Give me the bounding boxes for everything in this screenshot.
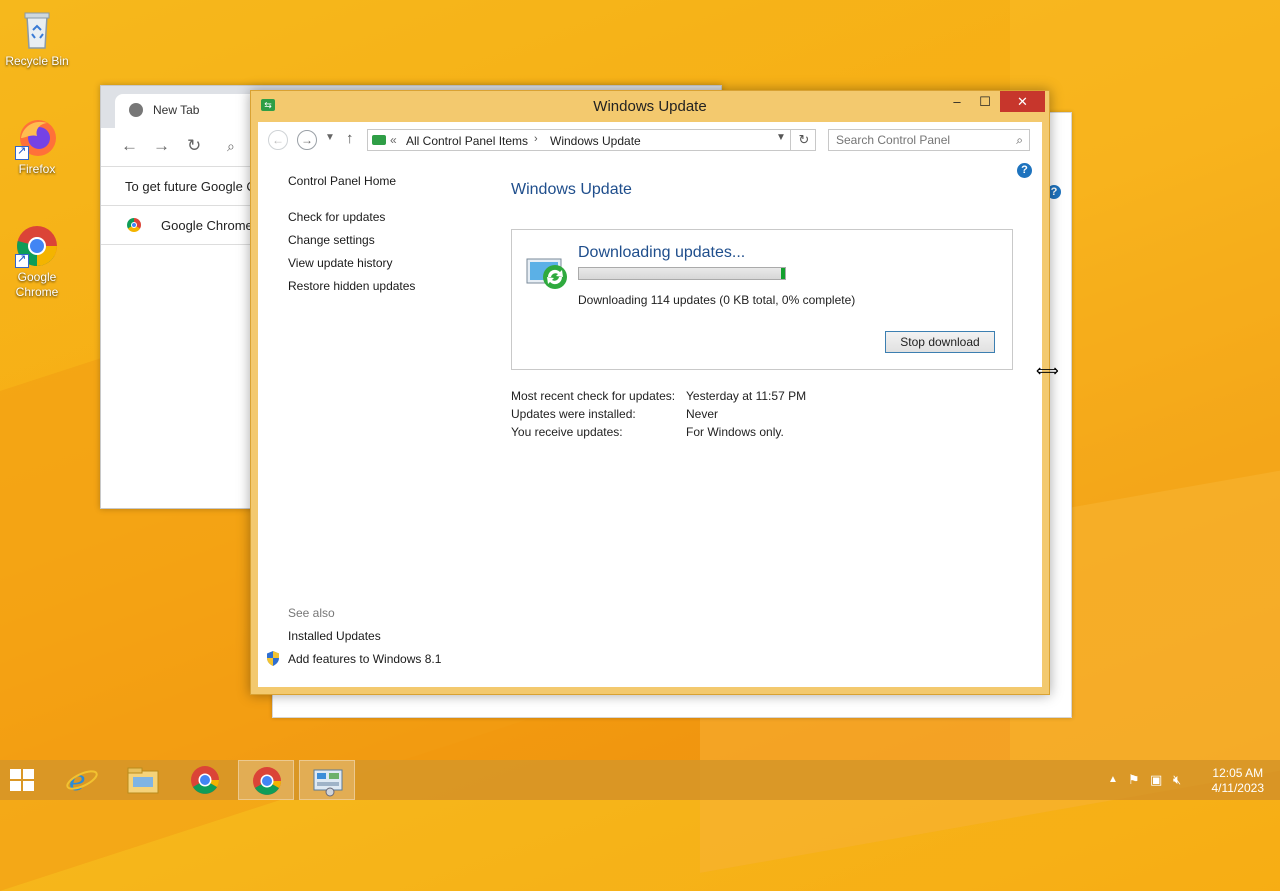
action-center-flag-icon[interactable]: ⚑ <box>1128 772 1140 788</box>
windows-update-icon <box>526 258 567 289</box>
info-label: You receive updates: <box>511 425 623 439</box>
sidebar-restore-hidden-updates[interactable]: Restore hidden updates <box>288 279 415 293</box>
firefox-icon <box>15 116 59 160</box>
download-heading: Downloading updates... <box>578 244 746 261</box>
minimize-button[interactable]: – <box>943 91 971 112</box>
see-also-installed-updates[interactable]: Installed Updates <box>288 629 381 643</box>
reload-icon[interactable]: ↻ <box>187 136 201 156</box>
taskbar-control-panel[interactable] <box>299 760 355 800</box>
window-title: Windows Update <box>593 98 707 115</box>
download-progress-bar <box>578 267 786 280</box>
stop-download-button[interactable]: Stop download <box>885 331 995 353</box>
desktop-icon-label: Google Chrome <box>15 270 59 299</box>
back-button[interactable]: ← <box>268 130 288 150</box>
back-arrow-icon[interactable]: ← <box>121 136 138 156</box>
forward-arrow-icon[interactable]: → <box>153 136 170 156</box>
chrome-default-bar-text: Google Chrome <box>161 218 253 233</box>
info-value: Never <box>686 407 719 421</box>
taskbar-chrome[interactable] <box>177 760 233 800</box>
chrome-infobar-text: To get future Google C <box>125 179 256 194</box>
search-input[interactable] <box>829 130 1006 150</box>
progress-indicator <box>781 268 785 279</box>
breadcrumb[interactable]: « All Control Panel Items › Windows Upda… <box>367 129 816 151</box>
forward-button[interactable]: → <box>297 130 317 150</box>
shortcut-arrow-icon <box>15 144 29 160</box>
taskbar-chrome-active[interactable] <box>238 760 294 800</box>
recycle-bin-icon <box>15 8 59 52</box>
recent-pages-dropdown-icon[interactable]: ▼ <box>325 132 335 143</box>
shortcut-arrow-icon <box>15 252 29 268</box>
taskbar-file-explorer[interactable] <box>115 760 171 800</box>
clock-time: 12:05 AM <box>1212 766 1264 780</box>
overflow-chevron-icon[interactable]: « <box>390 133 397 147</box>
search-icon[interactable]: ⌕ <box>227 138 235 155</box>
chrome-icon <box>15 224 59 268</box>
resize-cursor-icon: ⟺ <box>1036 363 1059 380</box>
control-panel-icon <box>372 135 386 145</box>
download-status-text: Downloading 114 updates (0 KB total, 0% … <box>578 293 856 307</box>
taskbar-internet-explorer[interactable]: e <box>54 760 110 800</box>
clock[interactable]: 12:05 AM 4/11/2023 <box>1212 766 1265 796</box>
internet-explorer-icon: e <box>66 764 98 797</box>
maximize-button[interactable]: ☐ <box>971 91 999 112</box>
info-label: Updates were installed: <box>511 407 636 421</box>
system-tray: ▲ ⚑ ▣ 🔇︎ 12:05 AM 4/11/2023 <box>1100 760 1280 800</box>
sidebar-view-update-history[interactable]: View update history <box>288 256 393 270</box>
desktop-icon-recycle-bin[interactable]: Recycle Bin <box>0 8 74 69</box>
desktop-icon-label: Firefox <box>18 162 56 176</box>
desktop-icon-chrome[interactable]: Google Chrome <box>0 224 74 300</box>
search-icon[interactable]: ⌕ <box>1016 133 1023 148</box>
breadcrumb-windows-update[interactable]: Windows Update <box>550 134 641 148</box>
content-pane: ? Control Panel Home Check for updates C… <box>258 158 1042 687</box>
windows-update-window[interactable]: ⇆ Windows Update – ☐ ✕ ← → ▼ ↑ « All Con… <box>250 90 1050 695</box>
clock-date: 4/11/2023 <box>1211 781 1265 795</box>
up-level-button[interactable]: ↑ <box>346 130 354 147</box>
chrome-icon <box>191 766 219 794</box>
control-panel-icon <box>313 769 343 797</box>
see-also-heading: See also <box>288 606 335 620</box>
taskbar: e ▲ ⚑ ▣ 🔇︎ 12:05 AM 4/11/2023 <box>0 760 1280 800</box>
chrome-logo-icon <box>127 218 141 232</box>
title-bar[interactable]: ⇆ Windows Update – ☐ ✕ <box>251 91 1049 121</box>
info-value: For Windows only. <box>686 425 784 439</box>
info-label: Most recent check for updates: <box>511 389 676 403</box>
address-bar: ← → ▼ ↑ « All Control Panel Items › Wind… <box>258 122 1042 158</box>
see-also-add-features[interactable]: Add features to Windows 8.1 <box>288 652 441 666</box>
refresh-button[interactable]: ↻ <box>790 129 817 151</box>
close-button[interactable]: ✕ <box>1000 91 1045 112</box>
desktop-icon-firefox[interactable]: Firefox <box>0 116 74 177</box>
desktop-icon-label: Recycle Bin <box>5 54 69 68</box>
chrome-favicon-icon <box>129 103 143 117</box>
folder-icon <box>127 767 159 794</box>
search-box[interactable]: ⌕ <box>828 129 1030 151</box>
start-button[interactable] <box>10 769 36 791</box>
network-icon[interactable]: ▣ <box>1150 772 1162 788</box>
chrome-icon <box>253 767 281 795</box>
info-value: Yesterday at 11:57 PM <box>686 389 807 403</box>
breadcrumb-all-control-panel-items[interactable]: All Control Panel Items <box>406 134 528 148</box>
address-dropdown-icon[interactable]: ▼ <box>776 132 786 143</box>
help-icon[interactable]: ? <box>1017 163 1032 178</box>
chrome-tab-title: New Tab <box>153 103 200 117</box>
show-hidden-icons-icon[interactable]: ▲ <box>1108 774 1118 785</box>
volume-muted-icon[interactable]: 🔇︎ <box>1173 772 1181 788</box>
breadcrumb-separator-icon[interactable]: › <box>534 133 538 145</box>
sidebar-change-settings[interactable]: Change settings <box>288 233 375 247</box>
sidebar-check-for-updates[interactable]: Check for updates <box>288 210 385 224</box>
uac-shield-icon <box>267 651 279 666</box>
page-title: Windows Update <box>511 181 632 198</box>
download-status-panel: Downloading updates... Downloading 114 u… <box>511 229 1013 370</box>
sidebar-control-panel-home[interactable]: Control Panel Home <box>288 174 396 188</box>
